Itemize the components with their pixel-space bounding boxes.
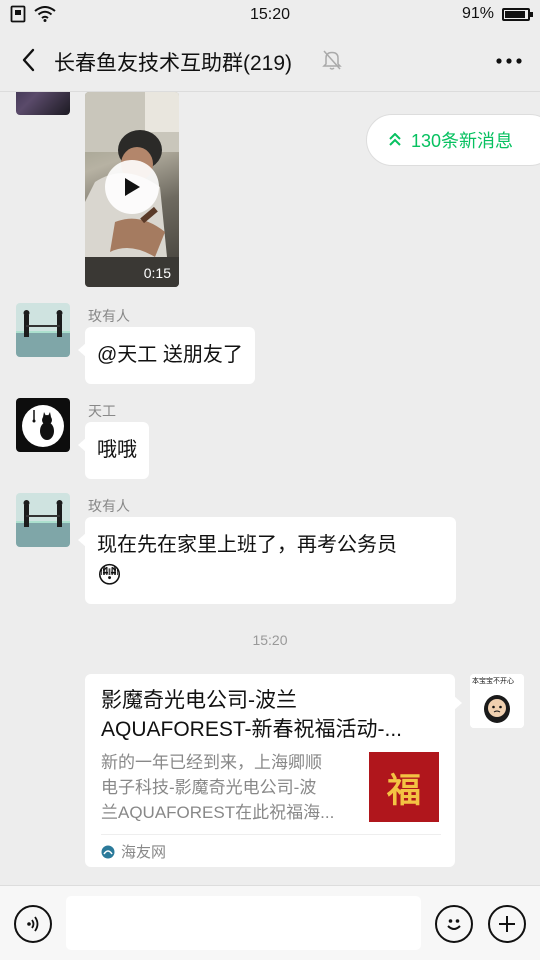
- sender-name: 玫有人: [88, 498, 130, 514]
- message-bubble[interactable]: 现在先在家里上班了，再考公务员 😳: [78, 517, 456, 604]
- link-divider: [101, 834, 441, 835]
- link-desc-line: 新的一年已经到来，上海卿顺: [101, 753, 322, 772]
- voice-button[interactable]: [14, 905, 52, 943]
- play-button[interactable]: [105, 160, 159, 214]
- avatar[interactable]: 本宝宝不开心: [470, 674, 524, 728]
- link-source-name: 海友网: [121, 844, 167, 861]
- message-bubble[interactable]: @天工 送朋友了: [78, 327, 255, 384]
- link-title-line: AQUAFOREST-新春祝福活动-...: [101, 718, 403, 741]
- mute-bell-icon: [322, 49, 342, 76]
- sticker-caption: 本宝宝不开心: [472, 678, 514, 685]
- link-thumbnail: 福: [369, 752, 439, 822]
- blushing-emoji: 😳: [97, 562, 123, 589]
- chat-header: 长春鱼友技术互助群(219): [0, 30, 540, 92]
- link-description: 新的一年已经到来，上海卿顺 电子科技-影魔奇光电公司-波 兰AQUAFOREST…: [101, 750, 353, 825]
- back-button[interactable]: [10, 42, 46, 78]
- double-chevron-up-icon: [389, 133, 401, 146]
- source-logo-icon: [101, 845, 115, 858]
- message-bubble[interactable]: 哦哦: [78, 422, 149, 479]
- avatar[interactable]: [16, 92, 70, 115]
- message-text: 现在先在家里上班了，再考公务员: [97, 534, 397, 556]
- avatar-image: [16, 398, 70, 452]
- video-message[interactable]: 0:15: [85, 92, 179, 287]
- message-input[interactable]: [66, 896, 421, 950]
- link-title-line: 影魔奇光电公司-波兰: [101, 689, 297, 712]
- play-icon: [125, 178, 140, 196]
- sender-name: 玫有人: [88, 308, 130, 324]
- sender-name: 天工: [88, 403, 116, 419]
- status-right: 91%: [461, 5, 533, 23]
- new-messages-button[interactable]: 130条新消息: [366, 114, 540, 166]
- emoji-button[interactable]: [435, 905, 473, 943]
- chat-message-list[interactable]: 0:15 130条新消息 玫有人 @天工 送朋友了 天工 哦哦 玫有人 现在先在…: [0, 92, 540, 885]
- battery-fill: [505, 10, 526, 18]
- voice-icon: [27, 916, 39, 932]
- avatar[interactable]: [16, 398, 70, 452]
- link-source: 海友网: [101, 841, 166, 862]
- more-functions-button[interactable]: [488, 905, 526, 943]
- more-options-button[interactable]: [492, 44, 526, 78]
- smiley-icon: [447, 919, 461, 930]
- chat-title: 长春鱼友技术互助群(219): [54, 52, 293, 75]
- status-bar: 15:20 91%: [0, 0, 540, 30]
- chevron-left-icon: [22, 48, 35, 72]
- avatar-image: [16, 493, 70, 547]
- input-bar: [0, 885, 540, 960]
- link-card[interactable]: 影魔奇光电公司-波兰 AQUAFOREST-新春祝福活动-... 新的一年已经到…: [85, 674, 462, 867]
- new-messages-label: 130条新消息: [411, 131, 514, 151]
- link-desc-line: 电子科技-影魔奇光电公司-波: [101, 778, 317, 797]
- plus-icon: [499, 916, 515, 932]
- video-duration: 0:15: [143, 265, 171, 281]
- more-dots-icon: [496, 58, 522, 64]
- avatar-image: [16, 303, 70, 357]
- link-title: 影魔奇光电公司-波兰 AQUAFOREST-新春祝福活动-...: [101, 686, 441, 744]
- fu-character: 福: [387, 770, 421, 811]
- status-time: 15:20: [249, 6, 291, 23]
- avatar[interactable]: [16, 493, 70, 547]
- battery-percent: 91%: [461, 5, 494, 22]
- message-timestamp: 15:20: [252, 632, 288, 648]
- link-desc-line: 兰AQUAFOREST在此祝福海...: [101, 803, 335, 822]
- battery-icon: [502, 7, 533, 21]
- avatar[interactable]: [16, 303, 70, 357]
